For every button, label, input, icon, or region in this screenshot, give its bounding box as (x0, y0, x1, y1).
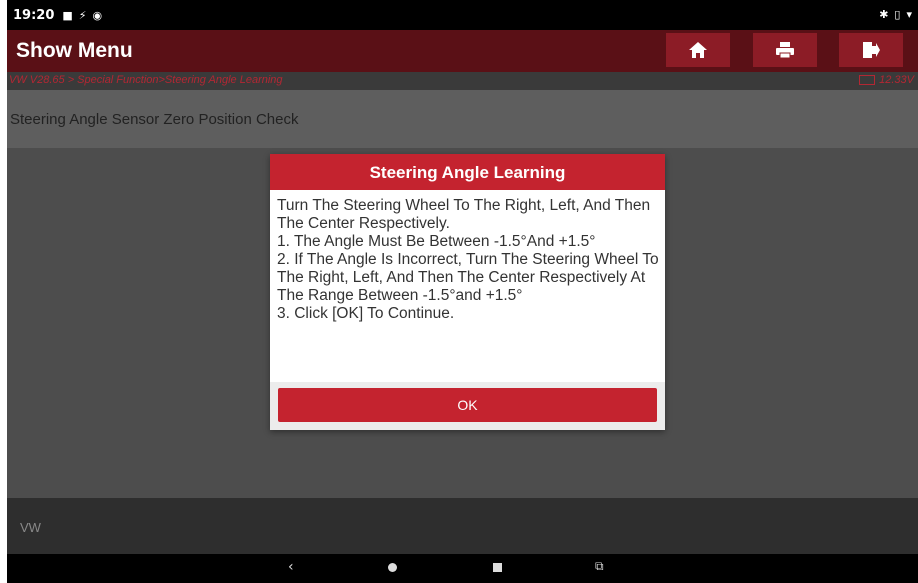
app-screen: 19:20 ■ ⚡ ◉ ✱ ▯ ▾ Show Menu VW V28.65 > … (0, 0, 918, 583)
wifi-icon: ▾ (906, 8, 912, 21)
ok-button[interactable]: OK (278, 388, 657, 422)
exit-icon (863, 42, 880, 58)
voltage-value: 12.33V (879, 74, 914, 86)
clock: 19:20 (13, 7, 55, 23)
status-bar: 19:20 ■ ⚡ ◉ ✱ ▯ ▾ (7, 0, 918, 30)
function-title-row: Steering Angle Sensor Zero Position Chec… (7, 90, 918, 148)
function-title: Steering Angle Sensor Zero Position Chec… (10, 111, 299, 128)
home-nav-button[interactable] (388, 563, 397, 572)
footer-bar: VW (7, 498, 918, 554)
home-icon (689, 42, 707, 58)
screen-edge (0, 0, 7, 583)
print-icon (776, 42, 794, 59)
steering-angle-dialog: Steering Angle Learning Turn The Steerin… (270, 154, 665, 430)
exit-button[interactable] (839, 33, 903, 67)
home-button[interactable] (666, 33, 730, 67)
bluetooth-icon: ✱ (879, 8, 889, 21)
screen-record-icon: ◉ (92, 8, 103, 22)
app-header: Show Menu (7, 30, 918, 72)
battery-voltage: 12.33V (859, 74, 914, 86)
print-button[interactable] (753, 33, 817, 67)
android-nav-bar: ‹ ⧉ (7, 554, 918, 583)
battery-icon (859, 75, 876, 85)
vehicle-brand-label: VW (20, 520, 41, 535)
notification-icon: ■ (62, 8, 73, 22)
dialog-title: Steering Angle Learning (270, 154, 665, 190)
dialog-button-area: OK (270, 382, 665, 430)
breadcrumb-path: VW V28.65 > Special Function>Steering An… (9, 74, 283, 86)
vibrate-icon: ▯ (894, 8, 901, 21)
header-title: Show Menu (16, 39, 133, 62)
usb-icon: ⚡ (78, 8, 87, 22)
breadcrumb: VW V28.65 > Special Function>Steering An… (7, 72, 918, 90)
recents-button[interactable] (493, 563, 502, 572)
back-button[interactable]: ‹ (288, 559, 294, 575)
dialog-message: Turn The Steering Wheel To The Right, Le… (277, 197, 659, 322)
screenshot-icon[interactable]: ⧉ (595, 559, 604, 574)
